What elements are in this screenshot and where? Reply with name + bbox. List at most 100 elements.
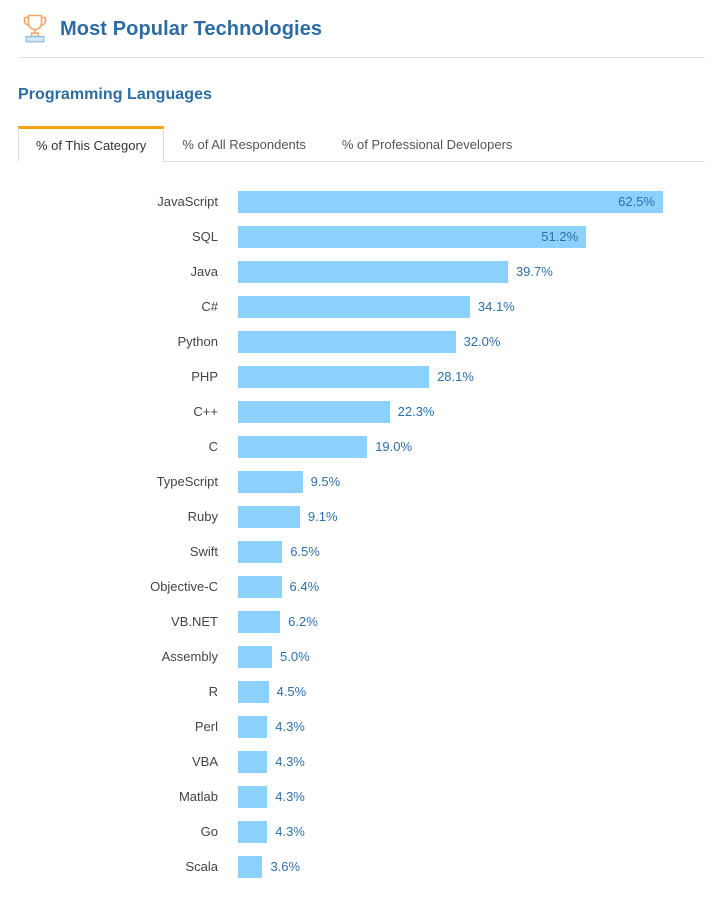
bar-value-label: 5.0% bbox=[280, 648, 310, 664]
bar-track: 4.5% bbox=[238, 680, 723, 703]
bar-category-label: TypeScript bbox=[156, 474, 218, 489]
bar-fill[interactable] bbox=[238, 575, 282, 598]
bar-value-label: 39.7% bbox=[515, 263, 553, 279]
bar-category-label: C# bbox=[201, 299, 218, 314]
bar-fill[interactable] bbox=[238, 225, 587, 248]
bar-value-label: 9.1% bbox=[307, 508, 338, 524]
bar-track: 5.0% bbox=[238, 645, 723, 668]
bar-value-label: 19.0% bbox=[375, 438, 413, 454]
bar-track: 22.3% bbox=[238, 400, 723, 423]
bar-track: 51.2% bbox=[238, 225, 723, 248]
bar-fill[interactable] bbox=[238, 330, 456, 353]
bar-fill[interactable] bbox=[238, 470, 303, 493]
bar-fill[interactable] bbox=[238, 680, 269, 703]
bar-fill[interactable] bbox=[238, 435, 368, 458]
bar-track: 19.0% bbox=[238, 435, 723, 458]
bar-category-label: VBA bbox=[191, 754, 218, 769]
bar-track: 34.1% bbox=[238, 295, 723, 318]
trophy-icon bbox=[18, 11, 52, 47]
bar-track: 62.5% bbox=[238, 190, 723, 213]
bar-category-label: R bbox=[208, 684, 218, 699]
bar-fill[interactable] bbox=[238, 750, 268, 773]
bar-row: R 4.5% bbox=[0, 674, 723, 709]
header-divider bbox=[18, 57, 705, 58]
bar-fill[interactable] bbox=[238, 855, 263, 878]
bar-track: 4.3% bbox=[238, 785, 723, 808]
bar-track: 9.5% bbox=[238, 470, 723, 493]
bar-category-label: Java bbox=[190, 264, 218, 279]
bar-row: Scala 3.6% bbox=[0, 849, 723, 884]
bar-row: Java 39.7% bbox=[0, 254, 723, 289]
bar-value-label: 6.2% bbox=[288, 613, 318, 629]
bar-fill[interactable] bbox=[238, 610, 281, 633]
bar-value-label: 4.3% bbox=[275, 788, 305, 804]
bar-category-label: JavaScript bbox=[157, 194, 218, 209]
bar-row: Assembly 5.0% bbox=[0, 639, 723, 674]
bar-fill[interactable] bbox=[238, 645, 272, 668]
bar-row: JavaScript 62.5% bbox=[0, 184, 723, 219]
bar-row: SQL 51.2% bbox=[0, 219, 723, 254]
bar-track: 4.3% bbox=[238, 715, 723, 738]
page-header: Most Popular Technologies bbox=[0, 0, 723, 44]
bar-fill[interactable] bbox=[238, 295, 470, 318]
bar-fill[interactable] bbox=[238, 190, 663, 213]
bar-track: 6.4% bbox=[238, 575, 723, 598]
bar-category-label: VB.NET bbox=[171, 614, 218, 629]
bar-category-label: Objective-C bbox=[150, 579, 218, 594]
bar-value-label: 34.1% bbox=[477, 298, 515, 314]
bar-category-label: C++ bbox=[193, 404, 218, 419]
bar-category-label: Matlab bbox=[178, 789, 218, 804]
bar-fill[interactable] bbox=[238, 260, 508, 283]
bar-value-label: 6.5% bbox=[290, 543, 320, 559]
bar-category-label: SQL bbox=[191, 229, 218, 244]
bar-category-label: Swift bbox=[189, 544, 218, 559]
bar-row: Objective-C 6.4% bbox=[0, 569, 723, 604]
tab-of-professional-developers[interactable]: % of Professional Developers bbox=[324, 126, 531, 162]
bar-fill[interactable] bbox=[238, 400, 390, 423]
bar-row: Matlab 4.3% bbox=[0, 779, 723, 814]
bar-row: Python 32.0% bbox=[0, 324, 723, 359]
bar-value-label: 62.5% bbox=[618, 193, 655, 209]
bar-fill[interactable] bbox=[238, 820, 268, 843]
bar-category-label: Perl bbox=[194, 719, 218, 734]
bar-value-label: 9.5% bbox=[310, 473, 341, 489]
bar-category-label: Ruby bbox=[187, 509, 218, 524]
bar-category-label: Assembly bbox=[161, 649, 218, 664]
bar-row: PHP 28.1% bbox=[0, 359, 723, 394]
bar-fill[interactable] bbox=[238, 785, 268, 808]
bar-row: Perl 4.3% bbox=[0, 709, 723, 744]
bar-fill[interactable] bbox=[238, 365, 430, 388]
bar-fill[interactable] bbox=[238, 505, 300, 528]
bar-value-label: 51.2% bbox=[541, 228, 579, 244]
bar-value-label: 32.0% bbox=[463, 333, 501, 349]
bar-row: Swift 6.5% bbox=[0, 534, 723, 569]
bar-row: C 19.0% bbox=[0, 429, 723, 464]
bar-value-label: 4.5% bbox=[276, 683, 307, 699]
bar-fill[interactable] bbox=[238, 715, 268, 738]
bar-row: VB.NET 6.2% bbox=[0, 604, 723, 639]
bar-row: C# 34.1% bbox=[0, 289, 723, 324]
bar-value-label: 3.6% bbox=[270, 858, 301, 874]
bar-value-label: 4.3% bbox=[275, 718, 305, 734]
bar-track: 28.1% bbox=[238, 365, 723, 388]
bar-value-label: 4.3% bbox=[275, 823, 305, 839]
bar-track: 6.2% bbox=[238, 610, 723, 633]
bar-value-label: 22.3% bbox=[397, 403, 435, 419]
tab-bar: % of This Category% of All Respondents% … bbox=[18, 124, 705, 162]
bar-category-label: C bbox=[208, 439, 218, 454]
bar-track: 39.7% bbox=[238, 260, 723, 283]
bar-value-label: 6.4% bbox=[289, 578, 320, 594]
tab-of-this-category[interactable]: % of This Category bbox=[18, 126, 165, 162]
bar-fill[interactable] bbox=[238, 540, 283, 563]
bar-row: VBA 4.3% bbox=[0, 744, 723, 779]
bar-row: C++ 22.3% bbox=[0, 394, 723, 429]
bar-category-label: Go bbox=[200, 824, 218, 839]
bar-track: 32.0% bbox=[238, 330, 723, 353]
page-title: Most Popular Technologies bbox=[60, 18, 323, 40]
bar-track: 9.1% bbox=[238, 505, 723, 528]
tab-of-all-respondents[interactable]: % of All Respondents bbox=[164, 126, 324, 162]
bar-track: 6.5% bbox=[238, 540, 723, 563]
section-title: Programming Languages bbox=[18, 86, 212, 103]
bar-track: 3.6% bbox=[238, 855, 723, 878]
bar-value-label: 28.1% bbox=[437, 368, 474, 384]
